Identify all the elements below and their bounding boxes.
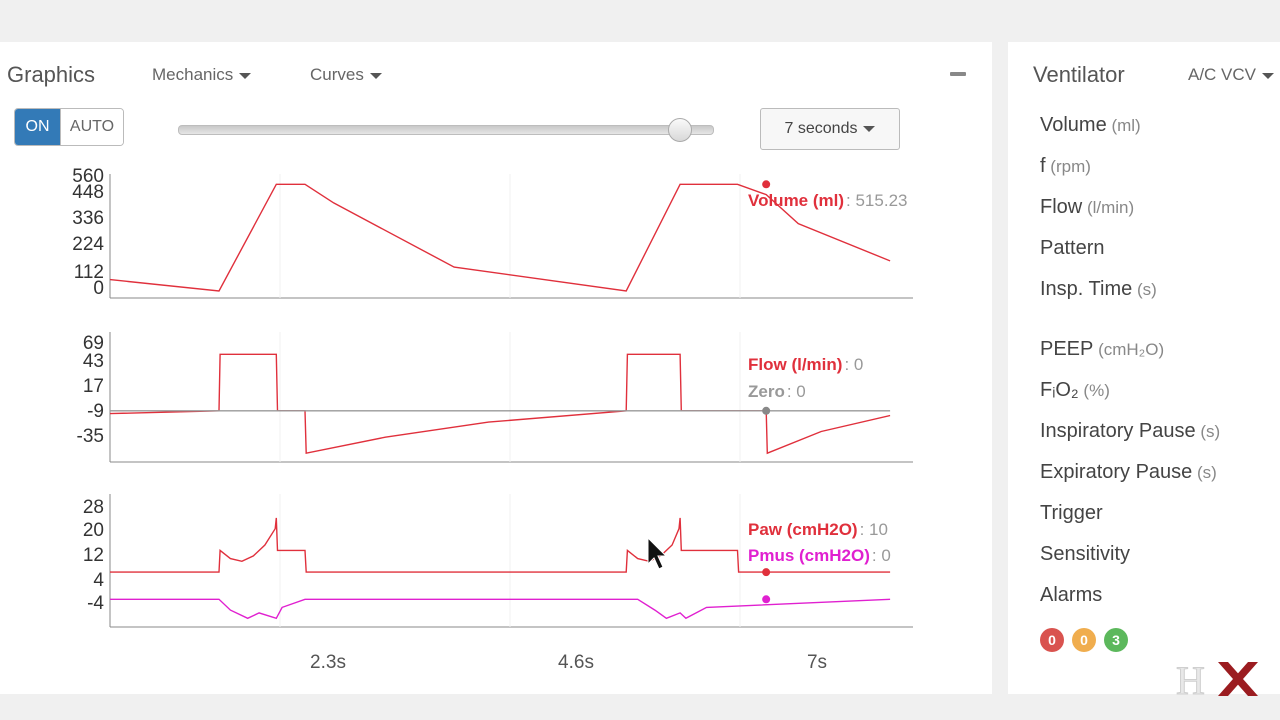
alarm-high-badge[interactable]: 0 (1040, 628, 1064, 652)
y-tick-label: 0 (93, 278, 104, 299)
setting-label: FᵢO₂ (1040, 379, 1079, 401)
cursor-dot (762, 568, 771, 577)
y-tick-label: 224 (72, 234, 104, 255)
x-tick-label: 7s (807, 652, 827, 673)
setting-unit: (s) (1192, 463, 1217, 482)
setting-label: Pattern (1040, 237, 1105, 259)
mouse-pointer-icon (647, 536, 668, 570)
cursor-dot (762, 180, 771, 189)
setting-label: Flow (1040, 196, 1083, 218)
y-tick-label: 12 (83, 545, 104, 566)
alarm-low-badge[interactable]: 3 (1104, 628, 1128, 652)
logo-h: H (1176, 658, 1205, 700)
y-tick-label: 4 (93, 570, 104, 591)
x-tick-label: 4.6s (558, 652, 594, 673)
series-value: : 0 (872, 546, 891, 565)
setting-sensitivity[interactable]: Sensitivity (1040, 543, 1130, 566)
setting-expiratory-pause[interactable]: Expiratory Pause (s) (1040, 461, 1217, 484)
setting-label: Insp. Time (1040, 278, 1133, 300)
y-tick-label: -4 (87, 593, 104, 614)
setting-label: Inspiratory Pause (1040, 420, 1196, 442)
alarm-medium-count: 0 (1080, 632, 1088, 648)
setting-peep[interactable]: PEEP (cmH₂O) (1040, 338, 1164, 361)
setting-f-o[interactable]: FᵢO₂ (%) (1040, 379, 1110, 402)
y-tick-label: 448 (72, 182, 104, 203)
setting-label: Expiratory Pause (1040, 461, 1193, 483)
setting-label: Sensitivity (1040, 543, 1131, 565)
setting-trigger[interactable]: Trigger (1040, 502, 1103, 525)
x-tick-label: 2.3s (310, 652, 346, 673)
setting-unit: (ml) (1106, 116, 1141, 135)
setting-f[interactable]: f (rpm) (1040, 155, 1091, 178)
alarm-low-count: 3 (1112, 632, 1120, 648)
ventilator-title: Ventilator (1033, 62, 1125, 87)
series-line-pmus-cmh-o- (110, 598, 891, 620)
y-tick-label: 17 (83, 376, 104, 397)
hx-logo: H (1176, 658, 1258, 700)
caret-down-icon (1262, 72, 1275, 79)
setting-alarms[interactable]: Alarms (1040, 584, 1102, 607)
setting-flow[interactable]: Flow (l/min) (1040, 196, 1134, 219)
y-tick-label: 20 (83, 520, 104, 541)
setting-unit: (l/min) (1082, 198, 1135, 217)
y-tick-label: 28 (83, 497, 104, 518)
series-label: Paw (cmH2O) (748, 520, 858, 539)
cursor-dot (762, 595, 771, 604)
mode-label: A/C VCV (1188, 65, 1257, 84)
setting-unit: (cmH₂O) (1093, 340, 1165, 359)
alarm-high-count: 0 (1048, 632, 1056, 648)
waveform-charts: 5604483362241120Volume (ml): 515.2369431… (72, 166, 913, 673)
y-tick-label: 336 (72, 208, 104, 229)
series-label: Pmus (cmH2O) (748, 546, 870, 565)
series-label: Zero (748, 382, 785, 401)
setting-label: Trigger (1040, 502, 1103, 524)
setting-label: Volume (1040, 114, 1107, 136)
series-value: : 10 (860, 520, 888, 539)
setting-volume[interactable]: Volume (ml) (1040, 114, 1141, 137)
series-label: Volume (ml) (748, 191, 844, 210)
mode-dropdown[interactable]: A/C VCV (1188, 65, 1275, 85)
y-tick-label: 43 (83, 351, 104, 372)
setting-unit: (s) (1195, 422, 1221, 441)
setting-label: PEEP (1040, 338, 1094, 360)
setting-inspiratory-pause[interactable]: Inspiratory Pause (s) (1040, 420, 1220, 443)
setting-insp-time[interactable]: Insp. Time (s) (1040, 278, 1157, 301)
y-tick-label: -35 (77, 426, 104, 447)
setting-pattern[interactable]: Pattern (1040, 237, 1104, 260)
series-label: Flow (l/min) (748, 355, 842, 374)
setting-unit: (%) (1078, 381, 1110, 400)
cursor-dot (762, 406, 771, 415)
ventilator-panel: Ventilator A/C VCV Volume (ml) f (rpm) Flo… (1008, 42, 1280, 694)
alarm-medium-badge[interactable]: 0 (1072, 628, 1096, 652)
setting-unit: (rpm) (1045, 157, 1091, 176)
series-value: : 0 (844, 355, 863, 374)
series-value: : 0 (787, 382, 806, 401)
y-tick-label: -9 (87, 401, 104, 422)
setting-unit: (s) (1132, 280, 1157, 299)
series-value: : 515.23 (846, 191, 907, 210)
setting-label: Alarms (1040, 584, 1103, 606)
graphics-panel: Graphics Mechanics Curves ON AUTO 7 seco… (0, 42, 992, 694)
